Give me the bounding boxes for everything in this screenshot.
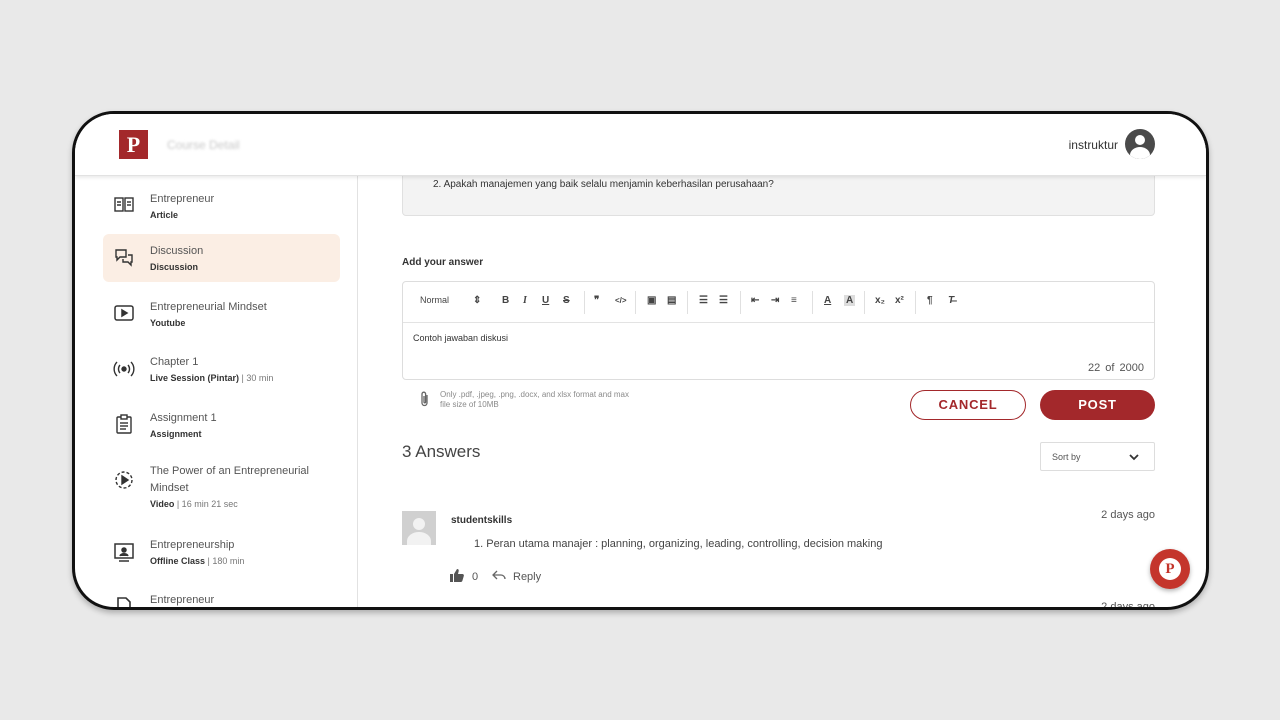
course-title: Course Detail	[167, 138, 240, 152]
sidebar-item-type: Offline Class | 180 min	[150, 556, 245, 566]
answer-timestamp: 2 days ago	[1101, 601, 1155, 610]
sidebar-item-type: Youtube	[150, 318, 186, 328]
blockquote-icon[interactable]: ❞	[594, 295, 599, 306]
sidebar-item-type: Article	[150, 210, 179, 220]
sidebar-item-type: Discussion	[150, 262, 199, 272]
bullet-list-icon[interactable]: ☰	[719, 295, 728, 306]
device-frame: P Course Detail instruktur Entrepreneur …	[72, 111, 1209, 610]
sidebar-item-title: Chapter 1	[150, 356, 199, 368]
sidebar-item-title: Entrepreneur	[150, 193, 215, 205]
underline-icon[interactable]: U	[542, 295, 549, 306]
video-icon[interactable]: ▤	[667, 295, 676, 306]
answers-count: 3 Answers	[402, 442, 481, 461]
editor-toolbar: Normal ⇕ B I U S ❞ </> ▣ ▤ ☰ ☰ ⇤ ⇥ ≡ A A…	[403, 282, 1154, 323]
sidebar-item-entrepreneur-last[interactable]: Entrepreneur	[103, 581, 340, 607]
reply-icon[interactable]	[492, 569, 506, 581]
strike-icon[interactable]: S	[563, 295, 570, 306]
toolbar-divider	[864, 291, 865, 314]
video-play-icon	[115, 471, 133, 489]
sidebar-item-entrepreneurial-mindset[interactable]: Entrepreneurial Mindset Youtube	[103, 289, 340, 337]
sidebar-item-chapter-1[interactable]: Chapter 1 Live Session (Pintar) | 30 min	[103, 344, 340, 392]
play-icon	[114, 305, 134, 321]
char-counter: 22 of 2000	[1088, 362, 1144, 374]
subscript-icon[interactable]: x₂	[875, 295, 885, 306]
brand-logo[interactable]: P	[119, 130, 148, 159]
paperclip-icon[interactable]	[419, 391, 431, 407]
chat-bubbles-icon	[115, 249, 133, 267]
answer-avatar	[402, 511, 436, 545]
clipboard-icon	[116, 414, 132, 434]
text-color-icon[interactable]: A	[824, 295, 831, 306]
sidebar-item-entrepreneurship[interactable]: Entrepreneurship Offline Class | 180 min	[103, 526, 340, 574]
cancel-button[interactable]: CANCEL	[910, 390, 1026, 420]
sidebar-item-power-of-mindset[interactable]: The Power of an Entrepreneurial Mindset …	[103, 454, 340, 518]
outdent-icon[interactable]: ⇤	[751, 295, 759, 306]
sidebar-item-title: Entrepreneurship	[150, 539, 235, 551]
sidebar-item-title: Entrepreneur	[150, 594, 215, 606]
answer-text: 1. Peran utama manajer : planning, organ…	[474, 538, 883, 550]
sidebar-item-title: Discussion	[150, 245, 204, 257]
toolbar-divider	[915, 291, 916, 314]
attachment-note: Only .pdf, .jpeg, .png, .docx, and xlsx …	[440, 390, 629, 409]
clear-format-icon[interactable]: T̶	[948, 295, 954, 306]
toolbar-divider	[635, 291, 636, 314]
thumbs-up-icon[interactable]	[450, 569, 464, 582]
superscript-icon[interactable]: x²	[895, 295, 904, 306]
reply-button[interactable]: Reply	[513, 571, 541, 583]
sidebar-item-title: The Power of an Entrepreneurial Mindset	[150, 465, 309, 494]
book-open-icon	[114, 197, 134, 212]
sidebar-item-title: Assignment 1	[150, 412, 217, 424]
chat-logo-icon: P	[1159, 558, 1181, 580]
user-name[interactable]: instruktur	[1069, 138, 1118, 152]
sort-label: Sort by	[1052, 452, 1081, 462]
indent-icon[interactable]: ⇥	[771, 295, 779, 306]
background-color-icon[interactable]: A	[844, 295, 856, 306]
image-icon[interactable]: ▣	[647, 295, 656, 306]
chevron-down-icon	[1129, 454, 1139, 461]
question-box: 2. Apakah manajemen yang baik selalu men…	[402, 176, 1155, 216]
toolbar-divider	[812, 291, 813, 314]
sidebar-item-type: Live Session (Pintar) | 30 min	[150, 373, 274, 383]
sidebar-item-entrepreneur-article[interactable]: Entrepreneur Article	[103, 186, 340, 234]
help-chat-button[interactable]: P	[1150, 549, 1190, 589]
format-select[interactable]: Normal	[420, 295, 449, 305]
presentation-icon	[114, 543, 134, 562]
answer-timestamp: 2 days ago	[1101, 509, 1155, 521]
italic-icon[interactable]: I	[523, 295, 527, 306]
answer-username[interactable]: studentskills	[451, 515, 512, 526]
sidebar-item-type: Video | 16 min 21 sec	[150, 499, 238, 509]
like-count: 0	[472, 571, 479, 583]
add-answer-label: Add your answer	[402, 257, 484, 268]
post-button[interactable]: POST	[1040, 390, 1155, 420]
discussion-main: 2. Apakah manajemen yang baik selalu men…	[359, 176, 1206, 610]
code-icon[interactable]: </>	[615, 296, 627, 305]
bold-icon[interactable]: B	[502, 295, 509, 306]
toolbar-divider	[740, 291, 741, 314]
sidebar-item-title: Entrepreneurial Mindset	[150, 301, 267, 313]
text-direction-icon[interactable]: ¶	[927, 295, 933, 306]
toolbar-divider	[687, 291, 688, 314]
toolbar-divider	[584, 291, 585, 314]
course-sidebar: Entrepreneur Article Discussion Discussi…	[75, 176, 358, 607]
document-icon	[117, 597, 131, 607]
format-select-arrow-icon[interactable]: ⇕	[473, 295, 481, 306]
broadcast-icon	[113, 361, 135, 377]
sidebar-item-discussion[interactable]: Discussion Discussion	[103, 234, 340, 282]
sidebar-item-type: Assignment	[150, 429, 202, 439]
answer-editor[interactable]: Normal ⇕ B I U S ❞ </> ▣ ▤ ☰ ☰ ⇤ ⇥ ≡ A A…	[402, 281, 1155, 380]
question-item: 2. Apakah manajemen yang baik selalu men…	[433, 179, 774, 190]
sort-dropdown[interactable]: Sort by	[1040, 442, 1155, 471]
editor-content[interactable]: Contoh jawaban diskusi	[413, 333, 508, 343]
ordered-list-icon[interactable]: ☰	[699, 295, 708, 306]
top-header: P Course Detail instruktur	[75, 114, 1206, 176]
sidebar-item-assignment-1[interactable]: Assignment 1 Assignment	[103, 399, 340, 447]
user-avatar[interactable]	[1125, 129, 1155, 159]
align-icon[interactable]: ≡	[791, 295, 797, 306]
